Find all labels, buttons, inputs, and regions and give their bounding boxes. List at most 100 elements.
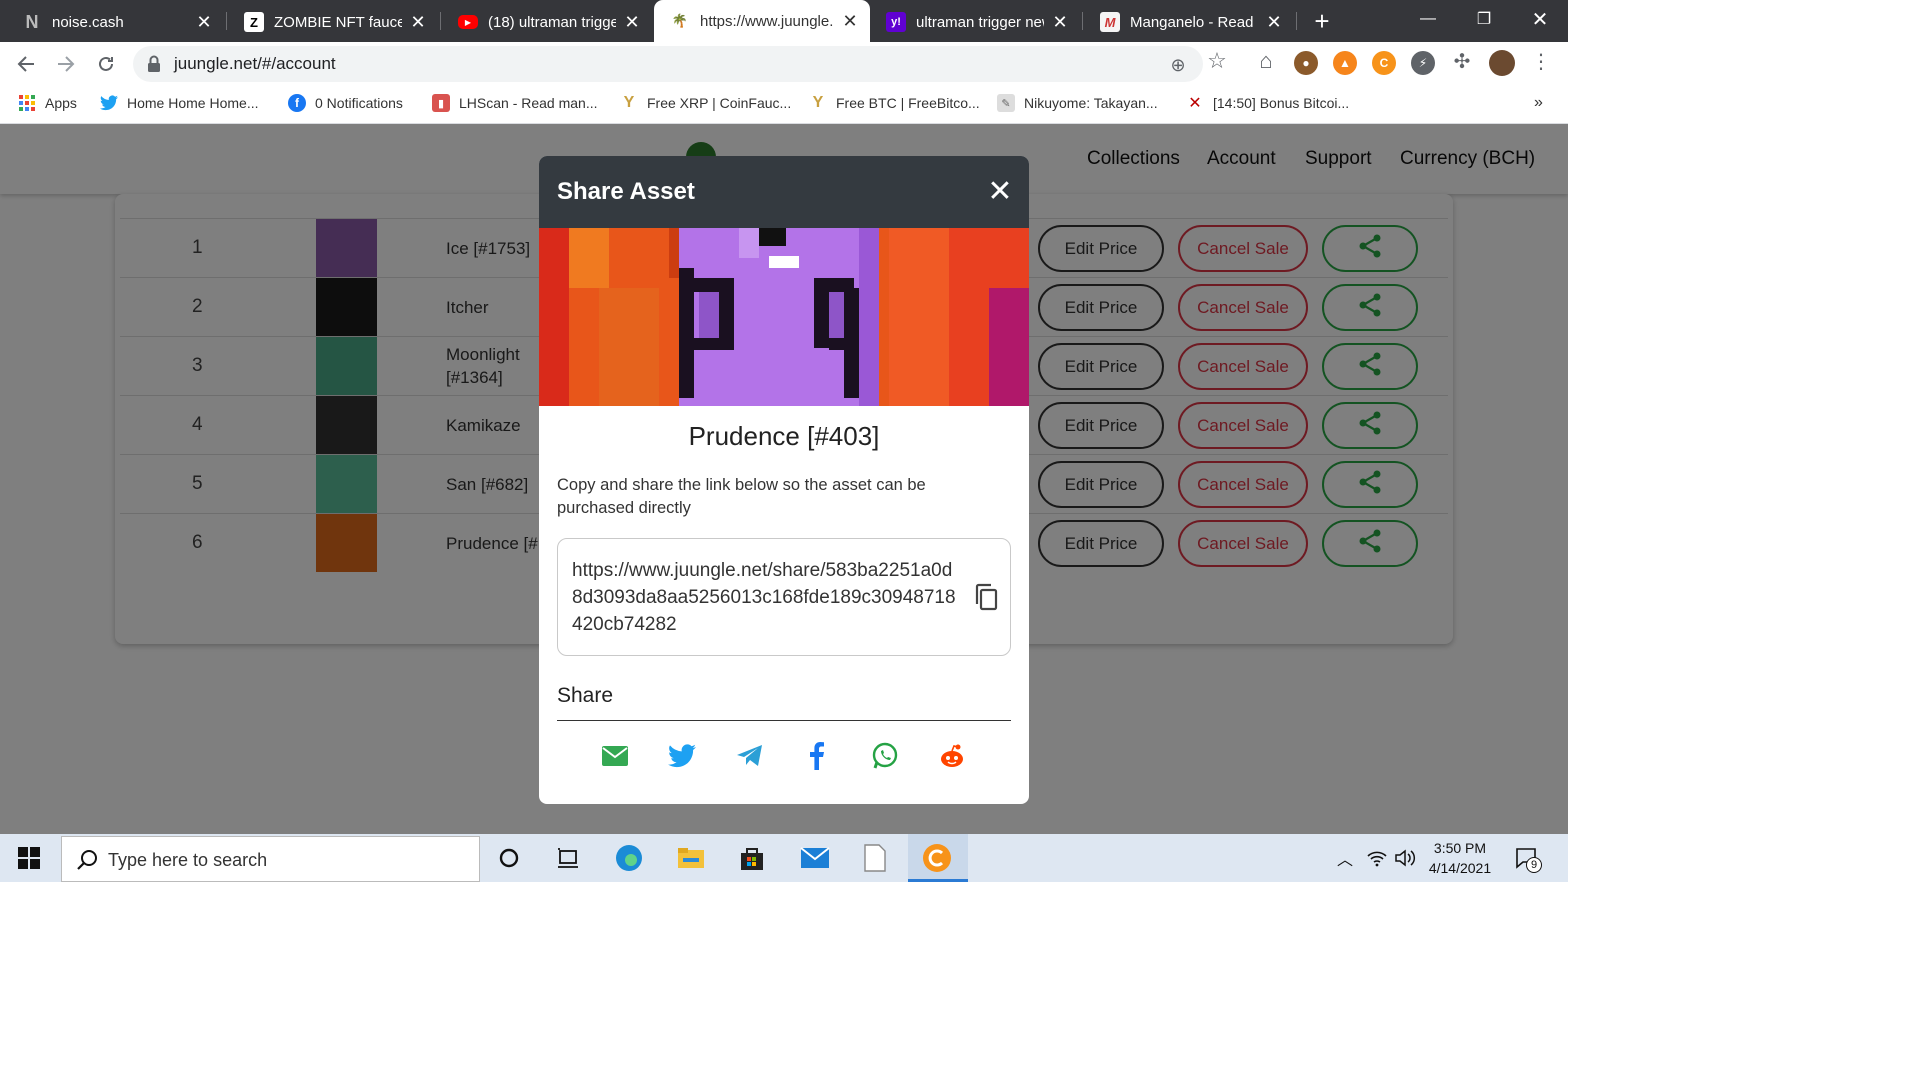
share-link-text[interactable]: https://www.juungle.net/share/583ba2251a… (572, 557, 957, 638)
email-icon[interactable] (599, 740, 631, 772)
volume-icon[interactable] (1390, 843, 1420, 873)
zombie-favicon-icon: Z (244, 12, 264, 32)
palm-tree-favicon-icon: 🌴 (671, 13, 689, 28)
mail-icon[interactable] (800, 843, 830, 873)
close-icon[interactable]: ✕ (1050, 12, 1070, 33)
address-bar[interactable]: juungle.net/#/account ⊕ (133, 46, 1203, 82)
asset-name: Prudence [#403] (688, 421, 880, 451)
forward-arrow-icon[interactable] (52, 50, 80, 78)
cortana-circle-icon[interactable] (494, 843, 524, 873)
whatsapp-icon[interactable] (869, 740, 901, 772)
browser-tab-strip: N noise.cash ✕ Z ZOMBIE NFT faucet ✕ ▶ (… (0, 0, 1568, 42)
share-section-label: Share (557, 684, 614, 707)
more-menu-icon[interactable]: ⋮ (1530, 50, 1552, 73)
search-icon (77, 850, 97, 870)
taskbar-search-box[interactable]: Type here to search (61, 836, 480, 882)
tab-separator (440, 12, 441, 30)
bookmark-coinfaucet[interactable]: Y Free XRP | CoinFauc... (620, 94, 792, 112)
file-explorer-icon[interactable] (676, 843, 706, 873)
lhscan-book-icon: ▮ (432, 94, 450, 112)
blank-document-icon[interactable] (860, 843, 890, 873)
coin-extension-icon[interactable]: C (1372, 51, 1396, 75)
browser-tab-juungle-active[interactable]: 🌴 https://www.juungle. ✕ (654, 0, 870, 42)
close-icon[interactable]: ✕ (194, 12, 214, 33)
cookie-extension-icon[interactable]: ● (1294, 51, 1318, 75)
youtube-favicon-icon: ▶ (458, 15, 478, 29)
clock-time: 3:50 PM (1433, 840, 1487, 856)
facebook-icon[interactable] (801, 740, 833, 772)
apps-grid-icon (18, 94, 36, 112)
bookmark-label: 0 Notifications (315, 95, 403, 111)
browser-tab-manganelo[interactable]: M Manganelo - Read M ✕ (1084, 2, 1294, 42)
bookmark-label: Free XRP | CoinFauc... (647, 95, 792, 111)
reload-icon[interactable] (92, 50, 120, 78)
bookmark-label: Home Home Home... (127, 95, 259, 111)
bookmark-star-icon[interactable]: ☆ (1206, 48, 1228, 73)
browser-tab-noise-cash[interactable]: N noise.cash ✕ (6, 2, 224, 42)
close-window-icon[interactable]: ✕ (1512, 0, 1568, 38)
twitter-bird-icon (100, 94, 118, 112)
share-asset-modal: Share Asset ✕ Prudence [#403] Copy and s… (539, 156, 1029, 804)
notification-count-badge: 9 (1526, 857, 1542, 873)
new-tab-plus-icon[interactable]: + (1307, 6, 1337, 36)
tab-separator (1296, 12, 1297, 30)
bookmark-freebitco[interactable]: Y Free BTC | FreeBitco... (809, 94, 980, 112)
modal-header: Share Asset ✕ (539, 156, 1029, 228)
close-icon[interactable]: ✕ (408, 12, 428, 33)
bookmark-label: Free BTC | FreeBitco... (836, 95, 980, 111)
add-circle-icon[interactable]: ⊕ (1167, 54, 1189, 76)
tab-title: ZOMBIE NFT faucet (274, 13, 402, 31)
copy-icon[interactable] (974, 583, 998, 611)
telegram-icon[interactable] (734, 740, 766, 772)
microsoft-store-icon[interactable] (737, 843, 767, 873)
wifi-icon[interactable] (1362, 843, 1392, 873)
lock-icon (148, 55, 160, 72)
facebook-icon: f (288, 94, 306, 112)
close-icon[interactable]: ✕ (985, 175, 1015, 208)
clock-date: 4/14/2021 (1428, 860, 1492, 876)
task-view-icon[interactable] (553, 843, 583, 873)
browser-tab-yahoo[interactable]: y! ultraman trigger new ✕ (870, 2, 1080, 42)
bookmark-twitter[interactable]: Home Home Home... (100, 94, 258, 112)
bookmark-nikuyome[interactable]: ✎ Nikuyome: Takayan... (997, 94, 1158, 112)
edge-browser-icon[interactable] (614, 843, 644, 873)
home-icon[interactable]: ⌂ (1255, 48, 1277, 73)
notifications-icon[interactable]: 9 (1512, 843, 1542, 873)
taskbar-clock[interactable]: 3:50 PM 4/14/2021 (1420, 838, 1500, 878)
bookmark-notifications[interactable]: f 0 Notifications (288, 94, 403, 112)
bookmark-lhscan[interactable]: ▮ LHScan - Read man... (432, 94, 598, 112)
manganelo-favicon-icon: M (1100, 12, 1120, 32)
asset-image (539, 228, 1029, 406)
extensions-puzzle-icon[interactable]: ✣ (1451, 50, 1473, 73)
tab-separator (1082, 12, 1083, 30)
browser-tab-youtube[interactable]: ▶ (18) ultraman trigger ✕ (442, 2, 652, 42)
back-arrow-icon[interactable] (12, 50, 40, 78)
restore-window-icon[interactable]: ❐ (1456, 0, 1512, 38)
lightning-extension-icon[interactable]: ⚡ (1411, 51, 1435, 75)
yahoo-favicon-icon: y! (886, 12, 906, 32)
close-icon[interactable]: ✕ (1264, 12, 1284, 33)
profile-avatar[interactable] (1489, 50, 1515, 76)
tab-title: (18) ultraman trigger (488, 13, 616, 31)
close-icon[interactable]: ✕ (622, 12, 642, 33)
browser-tab-zombie-faucet[interactable]: Z ZOMBIE NFT faucet ✕ (228, 2, 438, 42)
bookmark-apps[interactable]: Apps (18, 94, 77, 112)
share-description: Copy and share the link below so the ass… (557, 476, 926, 517)
reddit-icon[interactable] (936, 740, 968, 772)
minimize-icon[interactable]: — (1400, 0, 1456, 38)
search-placeholder: Type here to search (108, 850, 268, 870)
bookmarks-bar: Apps Home Home Home... f 0 Notifications… (0, 86, 1568, 124)
more-bookmarks-chevron-icon[interactable]: » (1534, 94, 1543, 112)
tab-title: ultraman trigger new (916, 13, 1044, 31)
show-hidden-icons-chevron-icon[interactable]: ︿ (1330, 843, 1360, 873)
close-icon[interactable]: ✕ (840, 11, 860, 32)
bookmark-bonus-bitcoin[interactable]: ✕ [14:50] Bonus Bitcoi... (1186, 94, 1349, 112)
metamask-fox-icon[interactable]: ▲ (1333, 51, 1357, 75)
share-link-field[interactable]: https://www.juungle.net/share/583ba2251a… (557, 538, 1011, 656)
url-text: juungle.net/#/account (174, 54, 336, 73)
tab-title: Manganelo - Read M (1130, 13, 1258, 31)
browser-toolbar: juungle.net/#/account ⊕ ☆ ⌂ ● ▲ C ⚡ ✣ ⋮ (0, 42, 1568, 86)
twitter-icon[interactable] (666, 740, 698, 772)
windows-start-icon[interactable] (14, 843, 44, 873)
coin-app-icon[interactable] (922, 843, 952, 873)
